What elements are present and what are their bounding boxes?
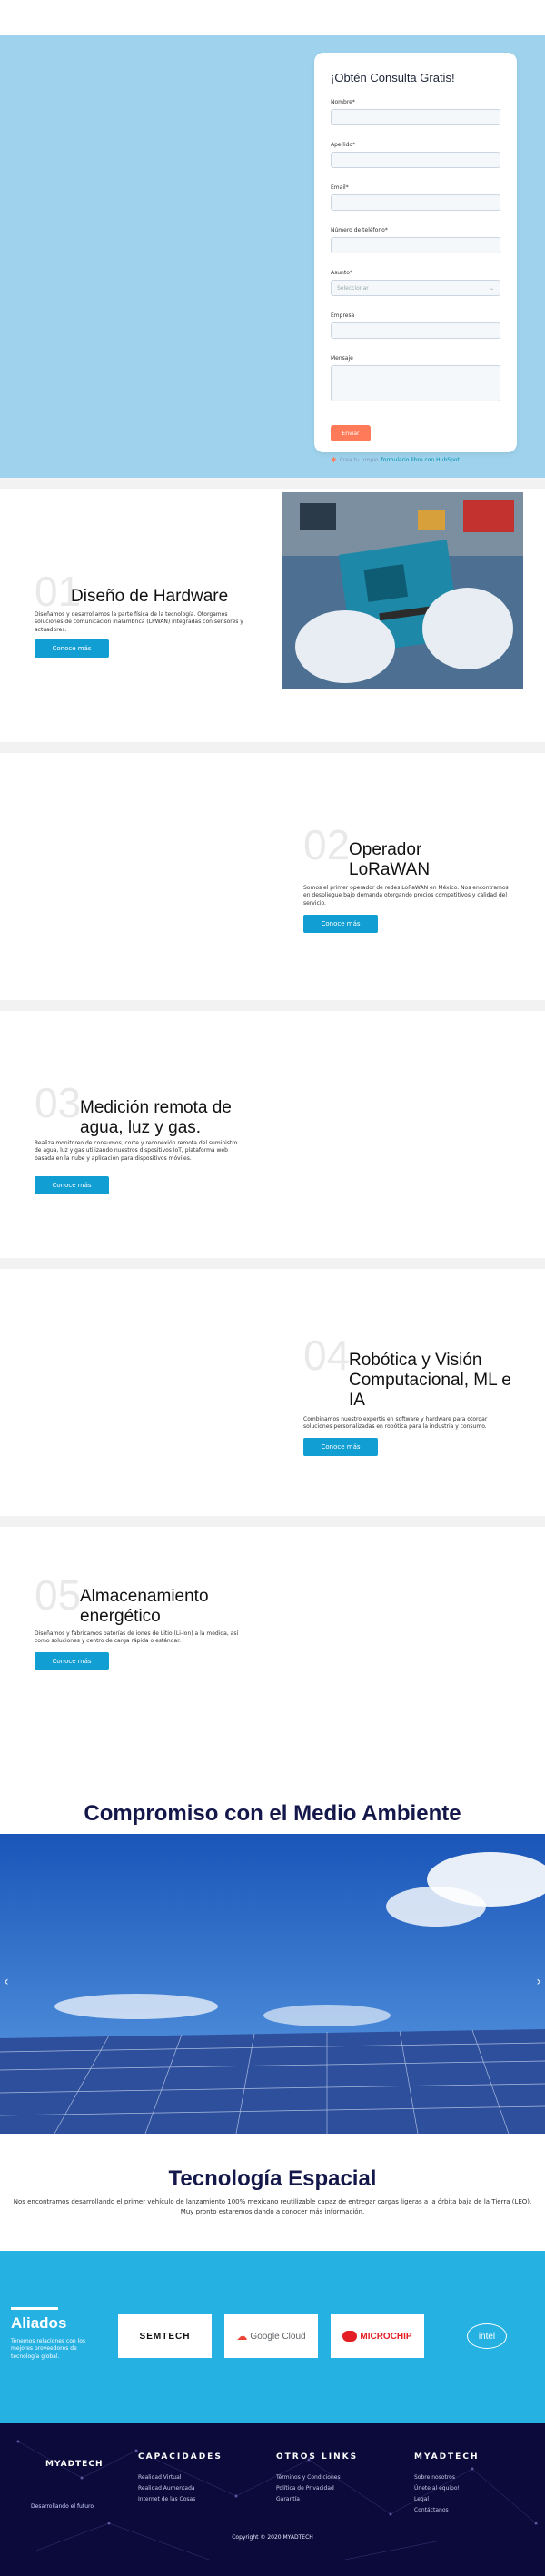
copyright: Copyright © 2020 MYADTECH: [232, 2534, 313, 2541]
hardware-image: [282, 492, 523, 689]
environment-title: Compromiso con el Medio Ambiente: [84, 1801, 461, 1826]
solar-panels-image: [0, 1834, 545, 2134]
hero-section: ¡Obtén Consulta Gratis! Nombre* Apellido…: [0, 35, 545, 478]
hubspot-link[interactable]: formulario libre con HubSpot: [382, 457, 460, 463]
footer-link[interactable]: Garantía: [276, 2496, 358, 2502]
footer-col-title: OTROS LINKS: [276, 2452, 359, 2462]
space-title: Tecnología Espacial: [168, 2166, 377, 2191]
service-title: Robótica y Visión Computacional, ML e IA: [349, 1351, 511, 1410]
cloud-icon: ☁: [236, 2330, 248, 2343]
footer-col-myadtech: MYADTECH Sobre nosotros Únete al equipo!…: [414, 2452, 479, 2518]
empresa-label: Empresa: [331, 312, 355, 319]
hubspot-prefix: Crea tu propio: [339, 457, 379, 463]
footer: MYADTECH Desarrollando el futuro CAPACID…: [0, 2423, 545, 2576]
footer-link[interactable]: Términos y Condiciones: [276, 2474, 358, 2481]
service-desc: Diseñamos y desarrollamos la parte físic…: [35, 611, 243, 633]
chevron-left-icon[interactable]: ‹: [4, 1975, 9, 1989]
footer-link[interactable]: Contáctanos: [414, 2507, 479, 2513]
microchip-icon: [342, 2331, 358, 2342]
service-almacenamiento: 05 Almacenamiento energético Diseñamos y…: [0, 1516, 545, 1774]
telefono-input[interactable]: [331, 237, 500, 253]
footer-col-title: MYADTECH: [414, 2452, 480, 2462]
telefono-label: Número de teléfono*: [331, 227, 388, 233]
footer-link[interactable]: Únete al equipo!: [414, 2485, 479, 2492]
allies-divider: [11, 2307, 58, 2310]
footer-slogan: Desarrollando el futuro: [31, 2503, 94, 2510]
footer-col-otros-links: OTROS LINKS Términos y Condiciones Polít…: [276, 2452, 358, 2507]
form-title: ¡Obtén Consulta Gratis!: [331, 71, 455, 84]
allies-desc: Tenemos relaciones con los mejores prove…: [11, 2338, 86, 2360]
microchip-logo-text: MICROCHIP: [360, 2331, 412, 2342]
service-title: Medición remota de agua, luz y gas.: [80, 1098, 232, 1137]
footer-col-capacidades: CAPACIDADES Realidad Virtual Realidad Au…: [138, 2452, 223, 2507]
semtech-logo: SEMTECH: [118, 2314, 212, 2358]
footer-link[interactable]: Legal: [414, 2496, 479, 2502]
nombre-input[interactable]: [331, 109, 500, 125]
service-title: Operador LoRaWAN: [349, 840, 431, 879]
service-hardware: 01 Diseño de Hardware Diseñamos y desarr…: [0, 478, 545, 742]
submit-button[interactable]: Enviar: [331, 425, 371, 441]
email-input[interactable]: [331, 194, 500, 211]
service-desc: Combinamos nuestro expertis en software …: [303, 1416, 488, 1431]
intel-logo-text: intel: [478, 2331, 496, 2342]
footer-link[interactable]: Sobre nosotros: [414, 2474, 479, 2481]
nombre-label: Nombre*: [331, 99, 355, 105]
mensaje-textarea[interactable]: [331, 365, 500, 401]
chevron-right-icon[interactable]: ›: [536, 1975, 541, 1989]
service-number: 04: [303, 1332, 351, 1379]
footer-logo[interactable]: MYADTECH: [45, 2460, 103, 2469]
top-bar: [0, 0, 545, 35]
google-cloud-logo-text: Google Cloud: [250, 2331, 306, 2342]
environment-section: Compromiso con el Medio Ambiente ‹ ›: [0, 1774, 545, 2134]
service-robotica: 04 Robótica y Visión Computacional, ML e…: [0, 1258, 545, 1516]
google-cloud-logo: ☁ Google Cloud: [224, 2314, 318, 2358]
asunto-placeholder: Seleccionar: [337, 284, 369, 292]
hubspot-icon: ✱: [331, 456, 337, 464]
email-label: Email*: [331, 184, 349, 191]
allies-section: Aliados Tenemos relaciones con los mejor…: [0, 2251, 545, 2423]
microchip-logo: MICROCHIP: [331, 2314, 424, 2358]
footer-link[interactable]: Internet de las Cosas: [138, 2496, 223, 2502]
asunto-label: Asunto*: [331, 270, 352, 276]
environment-slider[interactable]: ‹ ›: [0, 1834, 545, 2134]
space-section: Tecnología Espacial Nos encontramos desa…: [0, 2134, 545, 2251]
footer-col-title: CAPACIDADES: [138, 2452, 223, 2462]
conoce-mas-button[interactable]: Conoce más: [35, 639, 109, 658]
apellido-label: Apellido*: [331, 142, 356, 148]
conoce-mas-button[interactable]: Conoce más: [35, 1652, 109, 1670]
service-number: 02: [303, 821, 351, 868]
intel-logo: intel: [467, 2323, 507, 2349]
service-lorawan: 02 Operador LoRaWAN Somos el primer oper…: [0, 742, 545, 1000]
chevron-down-icon: ⌄: [489, 284, 494, 292]
consult-form: ¡Obtén Consulta Gratis! Nombre* Apellido…: [314, 53, 517, 464]
conoce-mas-button[interactable]: Conoce más: [35, 1176, 109, 1194]
service-medicion: 03 Medición remota de agua, luz y gas. R…: [0, 1000, 545, 1258]
service-title: Diseño de Hardware: [71, 587, 229, 606]
conoce-mas-button[interactable]: Conoce más: [303, 915, 378, 933]
allies-title: Aliados: [11, 2314, 67, 2332]
service-number: 03: [35, 1079, 82, 1126]
footer-link[interactable]: Realidad Aumentada: [138, 2485, 223, 2492]
service-desc: Realiza monitoreo de consumos, corte y r…: [35, 1140, 238, 1162]
asunto-select[interactable]: Seleccionar ⌄: [331, 280, 500, 296]
service-desc: Somos el primer operador de redes LoRaWA…: [303, 885, 509, 907]
service-title: Almacenamiento energético: [80, 1587, 209, 1626]
service-desc: Diseñamos y fabricamos baterías de iones…: [35, 1630, 239, 1645]
semtech-logo-text: SEMTECH: [139, 2331, 191, 2342]
empresa-input[interactable]: [331, 322, 500, 339]
footer-link[interactable]: Realidad Virtual: [138, 2474, 223, 2481]
apellido-input[interactable]: [331, 152, 500, 168]
hubspot-note: ✱ Crea tu propio formulario libre con Hu…: [331, 456, 500, 464]
conoce-mas-button[interactable]: Conoce más: [303, 1438, 378, 1456]
space-text: Nos encontramos desarrollando el primer …: [13, 2198, 532, 2215]
service-number: 05: [35, 1571, 82, 1619]
mensaje-label: Mensaje: [331, 355, 353, 362]
footer-link[interactable]: Política de Privacidad: [276, 2485, 358, 2492]
